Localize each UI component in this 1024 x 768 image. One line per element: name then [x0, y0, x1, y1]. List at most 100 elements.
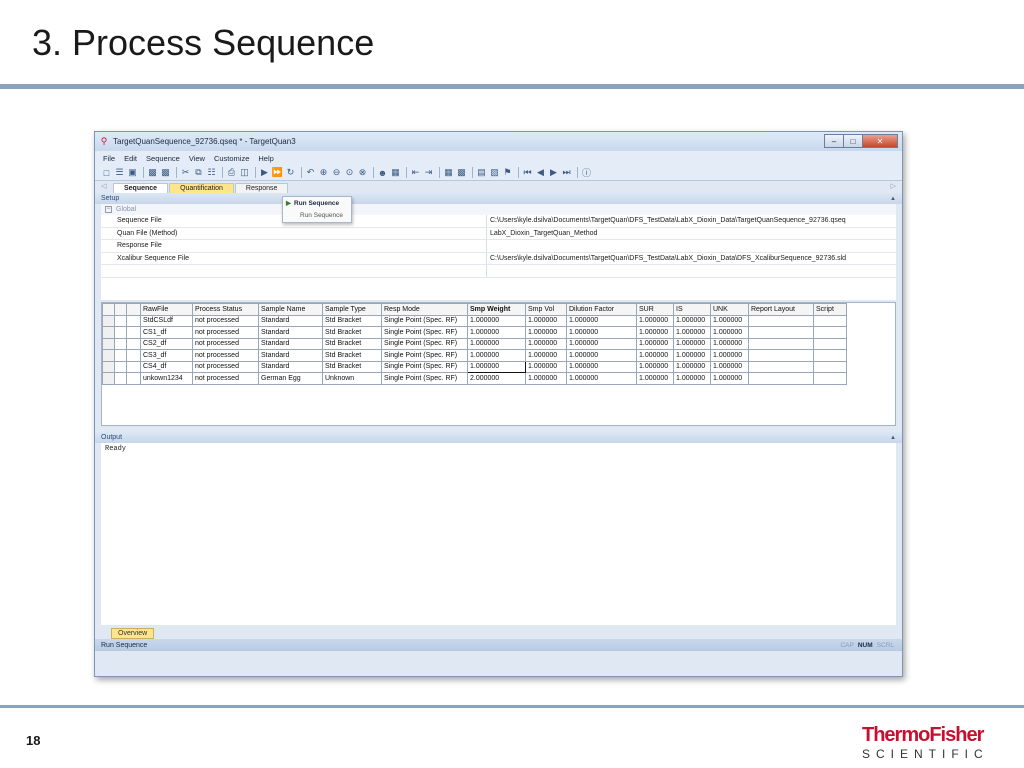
table-cell[interactable] [748, 360, 814, 373]
table-cell[interactable]: 1.000000 [566, 314, 637, 327]
table-cell[interactable] [813, 326, 847, 339]
table-cell[interactable]: 1.000000 [467, 337, 526, 350]
column-header[interactable]: Script [813, 303, 847, 316]
global-group[interactable]: − Global [101, 204, 896, 215]
column-header[interactable]: Sample Type [322, 303, 382, 316]
table-cell[interactable]: not processed [192, 337, 259, 350]
row-marker-cell[interactable] [126, 372, 141, 385]
table-cell[interactable]: 1.000000 [467, 326, 526, 339]
table-row[interactable]: CS2_df not processed Standard Std Bracket Si… [102, 337, 847, 350]
row-marker-cell[interactable] [114, 349, 127, 362]
table-row[interactable]: CS3_df not processed Standard Std Bracket Si… [102, 349, 847, 362]
table-cell[interactable]: 1.000000 [566, 372, 637, 385]
menu-sequence[interactable]: Sequence [146, 154, 180, 163]
cut-icon[interactable]: ✂ [180, 167, 191, 178]
table-cell[interactable]: CS2_df [140, 337, 193, 350]
table-cell[interactable]: Std Bracket [322, 326, 382, 339]
table-cell[interactable]: Standard [258, 349, 323, 362]
save-all-icon[interactable]: ▩ [160, 167, 171, 178]
property-value[interactable]: C:\Users\kyle.dsilva\Documents\TargetQua… [487, 253, 896, 265]
table-cell[interactable]: StdCSLdf [140, 314, 193, 327]
maximize-button[interactable]: □ [843, 134, 863, 148]
table-cell[interactable]: not processed [192, 326, 259, 339]
last-icon[interactable]: ⏭ [561, 167, 572, 178]
table-cell[interactable]: 1.000000 [525, 337, 567, 350]
column-header[interactable]: RawFile [140, 303, 193, 316]
run-sequence-submenu-item[interactable]: Run Sequence [283, 209, 351, 221]
property-value[interactable] [487, 240, 896, 252]
table-cell[interactable]: 1.000000 [710, 337, 749, 350]
table-cell[interactable]: 1.000000 [566, 349, 637, 362]
print-icon[interactable]: ⎙ [226, 167, 237, 178]
table-cell[interactable]: Single Point (Spec. RF) [381, 314, 468, 327]
table-cell[interactable]: Standard [258, 360, 323, 373]
chart-icon[interactable]: ▤ [476, 167, 487, 178]
refresh-icon[interactable]: ↻ [285, 167, 296, 178]
tab-response[interactable]: Response [234, 183, 289, 193]
horizontal-scrollbar[interactable] [101, 617, 896, 625]
zoom-out-icon[interactable]: ⊖ [331, 167, 342, 178]
table-cell[interactable]: Standard [258, 326, 323, 339]
table-cell[interactable]: Standard [258, 337, 323, 350]
import-icon[interactable]: ⇤ [410, 167, 421, 178]
table-cell[interactable] [748, 314, 814, 327]
row-marker-cell[interactable] [114, 314, 127, 327]
close-button[interactable]: ✕ [862, 134, 898, 148]
flag-icon[interactable]: ⚑ [502, 167, 513, 178]
column-header[interactable]: UNK [710, 303, 749, 316]
table-cell[interactable]: not processed [192, 314, 259, 327]
menu-file[interactable]: File [103, 154, 115, 163]
table-cell[interactable]: 1.000000 [525, 360, 567, 373]
window-titlebar[interactable]: ⚲ TargetQuanSequence_92736.qseq * - Targ… [95, 132, 902, 151]
copy-icon[interactable]: ⧉ [193, 167, 204, 178]
menu-help[interactable]: Help [258, 154, 273, 163]
table-cell[interactable]: CS4_df [140, 360, 193, 373]
table-cell[interactable] [813, 372, 847, 385]
table-row[interactable]: CS4_df not processed Standard Std Bracket Si… [102, 360, 847, 373]
print-preview-icon[interactable]: ◫ [239, 167, 250, 178]
collapse-icon[interactable]: − [105, 206, 112, 213]
tab-scroll-right-icon[interactable]: ▷ [891, 182, 896, 190]
property-row[interactable]: Xcalibur Sequence File C:\Users\kyle.dsi… [101, 252, 896, 265]
next-icon[interactable]: ▶ [548, 167, 559, 178]
table-cell[interactable] [813, 314, 847, 327]
save-icon[interactable]: ▩ [147, 167, 158, 178]
table-cell[interactable]: 1.000000 [525, 326, 567, 339]
row-marker-cell[interactable] [114, 360, 127, 373]
menu-customize[interactable]: Customize [214, 154, 249, 163]
table-cell[interactable]: unkown1234 [140, 372, 193, 385]
table-cell[interactable]: not processed [192, 349, 259, 362]
table-row[interactable]: CS1_df not processed Standard Std Bracket Si… [102, 326, 847, 339]
row-marker-cell[interactable] [126, 349, 141, 362]
column-header[interactable]: Report Layout [748, 303, 814, 316]
table-cell[interactable]: 1.000000 [673, 337, 711, 350]
table-cell[interactable]: Single Point (Spec. RF) [381, 372, 468, 385]
open-icon[interactable]: ☰ [114, 167, 125, 178]
column-header[interactable]: SUR [636, 303, 674, 316]
row-header[interactable] [102, 337, 115, 350]
table-cell[interactable]: 1.000000 [673, 360, 711, 373]
table-cell[interactable] [748, 326, 814, 339]
minimize-button[interactable]: – [824, 134, 844, 148]
table-cell[interactable] [813, 337, 847, 350]
table-cell[interactable]: 1.000000 [636, 349, 674, 362]
table-cell[interactable]: 1.000000 [566, 360, 637, 373]
tab-overview[interactable]: Overview [111, 628, 155, 639]
property-row[interactable]: Quan File (Method) LabX_Dioxin_TargetQua… [101, 227, 896, 240]
table-cell[interactable] [748, 337, 814, 350]
run-icon[interactable]: ▶ [259, 167, 270, 178]
row-header[interactable] [102, 326, 115, 339]
column-header[interactable]: Smp Weight [467, 303, 526, 316]
users-icon[interactable]: ☻ [377, 167, 388, 178]
recent-icon[interactable]: ▣ [127, 167, 138, 178]
row-header[interactable] [102, 314, 115, 327]
table-cell[interactable]: 1.000000 [467, 360, 526, 373]
table-cell[interactable] [813, 349, 847, 362]
table-cell[interactable]: 1.000000 [710, 372, 749, 385]
first-icon[interactable]: ⏮ [522, 167, 533, 178]
table-cell[interactable]: Single Point (Spec. RF) [381, 360, 468, 373]
property-row[interactable]: Response File [101, 240, 896, 253]
column-header[interactable]: Resp Mode [381, 303, 468, 316]
row-marker-cell[interactable] [114, 326, 127, 339]
table-row[interactable]: StdCSLdf not processed Standard Std Bracket… [102, 314, 847, 327]
